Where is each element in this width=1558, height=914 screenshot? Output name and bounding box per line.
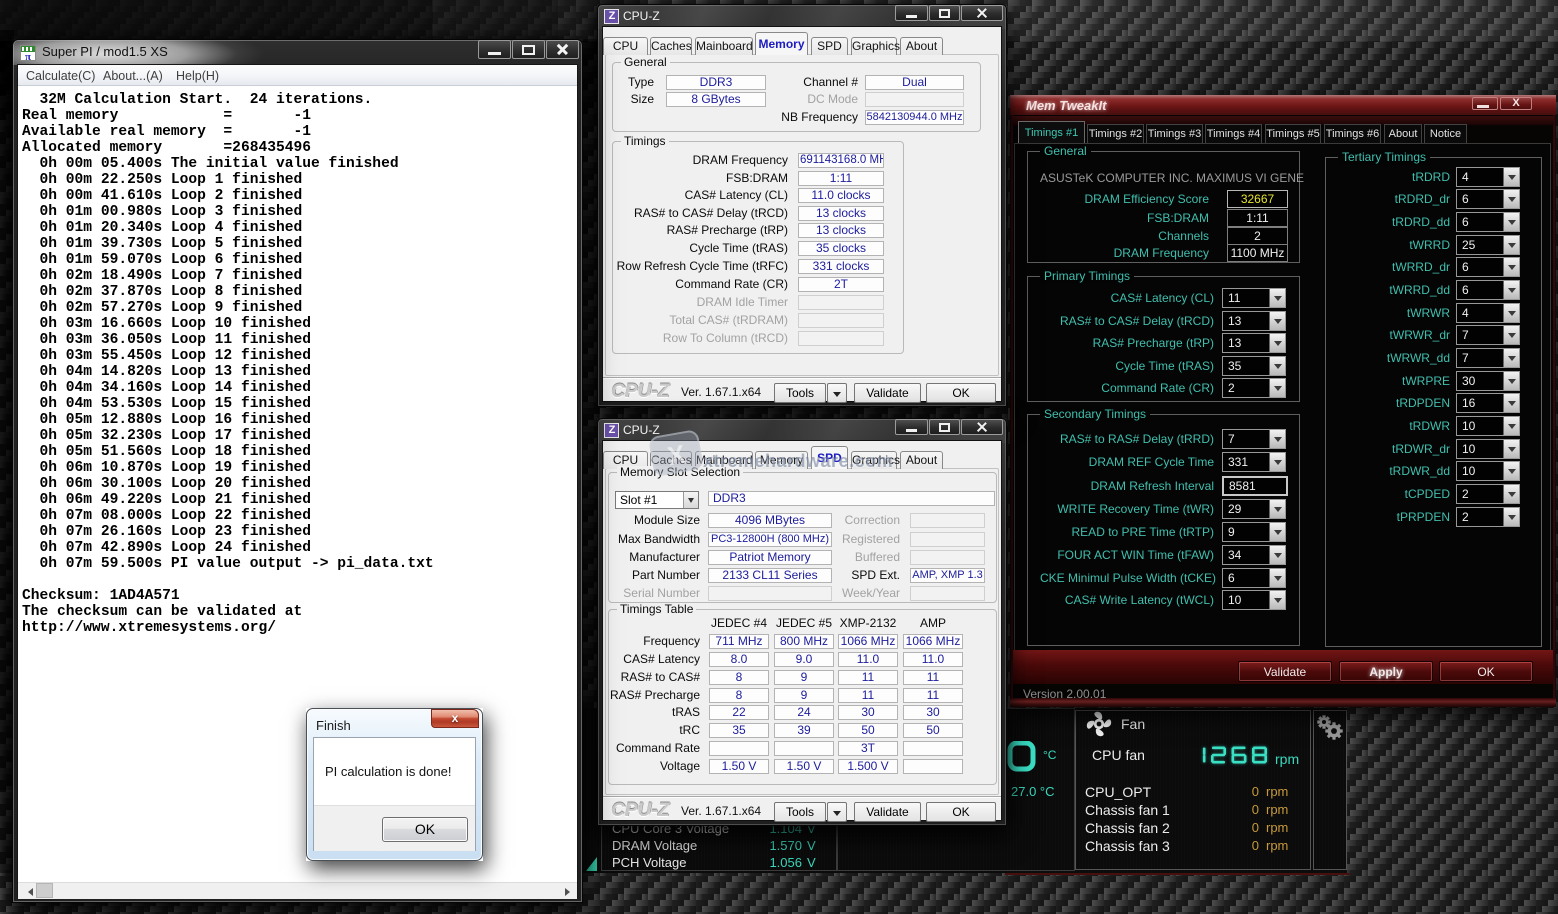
svg-text:π: π [25, 51, 31, 61]
